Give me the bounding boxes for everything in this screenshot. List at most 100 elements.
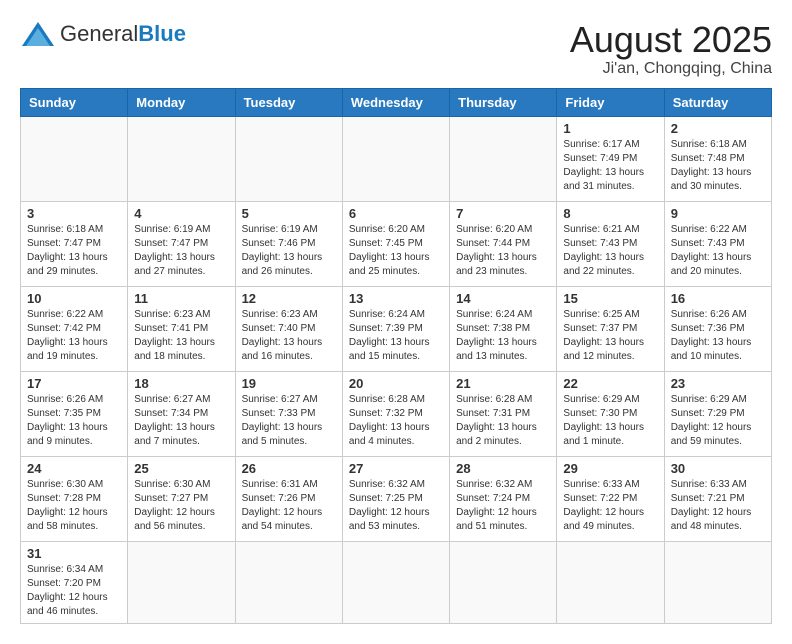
day-info: Sunrise: 6:33 AM Sunset: 7:21 PM Dayligh… (671, 478, 765, 534)
day-number: 29 (563, 461, 657, 476)
day-info: Sunrise: 6:29 AM Sunset: 7:30 PM Dayligh… (563, 393, 657, 449)
day-info: Sunrise: 6:28 AM Sunset: 7:31 PM Dayligh… (456, 393, 550, 449)
day-info: Sunrise: 6:23 AM Sunset: 7:40 PM Dayligh… (242, 308, 336, 364)
day-number: 18 (134, 376, 228, 391)
calendar-row: 1 Sunrise: 6:17 AM Sunset: 7:49 PM Daylig… (21, 116, 772, 201)
logo-icon (20, 20, 56, 48)
day-info: Sunrise: 6:19 AM Sunset: 7:46 PM Dayligh… (242, 223, 336, 279)
calendar-cell: 3 Sunrise: 6:18 AM Sunset: 7:47 PM Daylig… (21, 201, 128, 286)
day-info: Sunrise: 6:32 AM Sunset: 7:25 PM Dayligh… (349, 478, 443, 534)
calendar-cell: 23 Sunrise: 6:29 AM Sunset: 7:29 PM Dayli… (664, 371, 771, 456)
day-number: 7 (456, 206, 550, 221)
calendar-cell: 7Sunrise: 6:20 AM Sunset: 7:44 PM Daylig… (450, 201, 557, 286)
calendar-row: 3 Sunrise: 6:18 AM Sunset: 7:47 PM Daylig… (21, 201, 772, 286)
day-info: Sunrise: 6:20 AM Sunset: 7:45 PM Dayligh… (349, 223, 443, 279)
logo: GeneralBlue (20, 20, 186, 48)
day-number: 31 (27, 546, 121, 561)
calendar-row: 10 Sunrise: 6:22 AM Sunset: 7:42 PM Dayli… (21, 286, 772, 371)
weekday-header-thursday: Thursday (450, 88, 557, 116)
calendar-cell: 30Sunrise: 6:33 AM Sunset: 7:21 PM Dayli… (664, 456, 771, 541)
day-number: 27 (349, 461, 443, 476)
day-number: 19 (242, 376, 336, 391)
month-title: August 2025 (570, 20, 772, 60)
day-info: Sunrise: 6:31 AM Sunset: 7:26 PM Dayligh… (242, 478, 336, 534)
calendar-cell: 24 Sunrise: 6:30 AM Sunset: 7:28 PM Dayli… (21, 456, 128, 541)
day-info: Sunrise: 6:22 AM Sunset: 7:43 PM Dayligh… (671, 223, 765, 279)
calendar-cell (342, 116, 449, 201)
day-info: Sunrise: 6:26 AM Sunset: 7:35 PM Dayligh… (27, 393, 121, 449)
calendar-cell: 29 Sunrise: 6:33 AM Sunset: 7:22 PM Dayli… (557, 456, 664, 541)
weekday-header-row: SundayMondayTuesdayWednesdayThursdayFrid… (21, 88, 772, 116)
weekday-header-monday: Monday (128, 88, 235, 116)
day-info: Sunrise: 6:22 AM Sunset: 7:42 PM Dayligh… (27, 308, 121, 364)
calendar-cell: 11Sunrise: 6:23 AM Sunset: 7:41 PM Dayli… (128, 286, 235, 371)
day-number: 2 (671, 121, 765, 136)
calendar-cell (450, 541, 557, 623)
calendar-cell: 31Sunrise: 6:34 AM Sunset: 7:20 PM Dayli… (21, 541, 128, 623)
day-info: Sunrise: 6:18 AM Sunset: 7:47 PM Dayligh… (27, 223, 121, 279)
calendar-cell: 27 Sunrise: 6:32 AM Sunset: 7:25 PM Dayli… (342, 456, 449, 541)
day-info: Sunrise: 6:23 AM Sunset: 7:41 PM Dayligh… (134, 308, 228, 364)
day-number: 17 (27, 376, 121, 391)
location: Ji'an, Chongqing, China (570, 60, 772, 78)
day-number: 5 (242, 206, 336, 221)
calendar-cell: 10 Sunrise: 6:22 AM Sunset: 7:42 PM Dayli… (21, 286, 128, 371)
calendar-cell: 12 Sunrise: 6:23 AM Sunset: 7:40 PM Dayli… (235, 286, 342, 371)
day-info: Sunrise: 6:29 AM Sunset: 7:29 PM Dayligh… (671, 393, 765, 449)
calendar-cell (557, 541, 664, 623)
day-number: 16 (671, 291, 765, 306)
day-info: Sunrise: 6:32 AM Sunset: 7:24 PM Dayligh… (456, 478, 550, 534)
day-number: 28 (456, 461, 550, 476)
calendar-cell: 19 Sunrise: 6:27 AM Sunset: 7:33 PM Dayli… (235, 371, 342, 456)
day-number: 25 (134, 461, 228, 476)
calendar-row: 17 Sunrise: 6:26 AM Sunset: 7:35 PM Dayli… (21, 371, 772, 456)
day-info: Sunrise: 6:33 AM Sunset: 7:22 PM Dayligh… (563, 478, 657, 534)
day-number: 23 (671, 376, 765, 391)
day-info: Sunrise: 6:27 AM Sunset: 7:33 PM Dayligh… (242, 393, 336, 449)
day-info: Sunrise: 6:30 AM Sunset: 7:28 PM Dayligh… (27, 478, 121, 534)
calendar-cell: 28 Sunrise: 6:32 AM Sunset: 7:24 PM Dayli… (450, 456, 557, 541)
weekday-header-friday: Friday (557, 88, 664, 116)
day-number: 10 (27, 291, 121, 306)
calendar-cell (128, 541, 235, 623)
calendar-cell: 6Sunrise: 6:20 AM Sunset: 7:45 PM Daylig… (342, 201, 449, 286)
day-number: 4 (134, 206, 228, 221)
day-number: 12 (242, 291, 336, 306)
calendar-cell: 9 Sunrise: 6:22 AM Sunset: 7:43 PM Daylig… (664, 201, 771, 286)
calendar-row: 24 Sunrise: 6:30 AM Sunset: 7:28 PM Dayli… (21, 456, 772, 541)
calendar-cell: 18Sunrise: 6:27 AM Sunset: 7:34 PM Dayli… (128, 371, 235, 456)
day-number: 13 (349, 291, 443, 306)
calendar-cell: 8 Sunrise: 6:21 AM Sunset: 7:43 PM Daylig… (557, 201, 664, 286)
weekday-header-tuesday: Tuesday (235, 88, 342, 116)
day-number: 20 (349, 376, 443, 391)
day-number: 1 (563, 121, 657, 136)
weekday-header-sunday: Sunday (21, 88, 128, 116)
day-number: 8 (563, 206, 657, 221)
day-info: Sunrise: 6:19 AM Sunset: 7:47 PM Dayligh… (134, 223, 228, 279)
calendar-cell (664, 541, 771, 623)
weekday-header-saturday: Saturday (664, 88, 771, 116)
day-number: 9 (671, 206, 765, 221)
day-number: 3 (27, 206, 121, 221)
day-info: Sunrise: 6:17 AM Sunset: 7:49 PM Dayligh… (563, 138, 657, 194)
calendar-cell (21, 116, 128, 201)
day-number: 26 (242, 461, 336, 476)
calendar-cell: 14Sunrise: 6:24 AM Sunset: 7:38 PM Dayli… (450, 286, 557, 371)
day-info: Sunrise: 6:26 AM Sunset: 7:36 PM Dayligh… (671, 308, 765, 364)
day-info: Sunrise: 6:24 AM Sunset: 7:39 PM Dayligh… (349, 308, 443, 364)
calendar-cell: 17 Sunrise: 6:26 AM Sunset: 7:35 PM Dayli… (21, 371, 128, 456)
day-info: Sunrise: 6:30 AM Sunset: 7:27 PM Dayligh… (134, 478, 228, 534)
calendar-cell: 26 Sunrise: 6:31 AM Sunset: 7:26 PM Dayli… (235, 456, 342, 541)
day-number: 22 (563, 376, 657, 391)
calendar-cell: 2Sunrise: 6:18 AM Sunset: 7:48 PM Daylig… (664, 116, 771, 201)
day-number: 21 (456, 376, 550, 391)
day-number: 24 (27, 461, 121, 476)
calendar-cell: 15Sunrise: 6:25 AM Sunset: 7:37 PM Dayli… (557, 286, 664, 371)
calendar-cell (128, 116, 235, 201)
day-number: 15 (563, 291, 657, 306)
day-info: Sunrise: 6:21 AM Sunset: 7:43 PM Dayligh… (563, 223, 657, 279)
calendar-cell: 4 Sunrise: 6:19 AM Sunset: 7:47 PM Daylig… (128, 201, 235, 286)
calendar-cell (450, 116, 557, 201)
day-number: 14 (456, 291, 550, 306)
calendar-cell: 21 Sunrise: 6:28 AM Sunset: 7:31 PM Dayli… (450, 371, 557, 456)
